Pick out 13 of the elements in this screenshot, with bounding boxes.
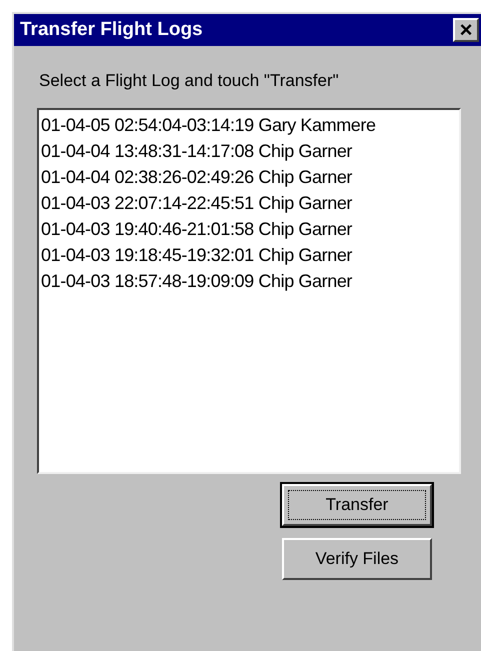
flight-log-item[interactable]: 01-04-03 19:18:45-19:32:01 Chip Garner <box>39 242 459 268</box>
close-button[interactable]: × <box>453 18 479 42</box>
flight-log-list[interactable] <box>37 108 461 474</box>
transfer-button[interactable]: Transfer <box>282 484 432 526</box>
verify-files-button[interactable]: Verify Files <box>282 538 432 580</box>
flight-log-item[interactable]: 01-04-04 13:48:31-14:17:08 Chip Garner <box>39 138 459 164</box>
flight-log-item[interactable]: 01-04-05 02:54:04-03:14:19 Gary Kammere <box>39 112 459 138</box>
flight-log-item[interactable]: 01-04-04 02:38:26-02:49:26 Chip Garner <box>39 164 459 190</box>
flight-log-item[interactable]: 01-04-03 18:57:48-19:09:09 Chip Garner <box>39 268 459 294</box>
instruction-text: Select a Flight Log and touch "Transfer" <box>39 71 339 90</box>
window-title: Transfer Flight Logs <box>20 18 203 42</box>
flight-log-item[interactable]: 01-04-03 19:40:46-21:01:58 Chip Garner <box>39 216 459 242</box>
flight-log-item[interactable]: 01-04-03 22:07:14-22:45:51 Chip Garner <box>39 190 459 216</box>
